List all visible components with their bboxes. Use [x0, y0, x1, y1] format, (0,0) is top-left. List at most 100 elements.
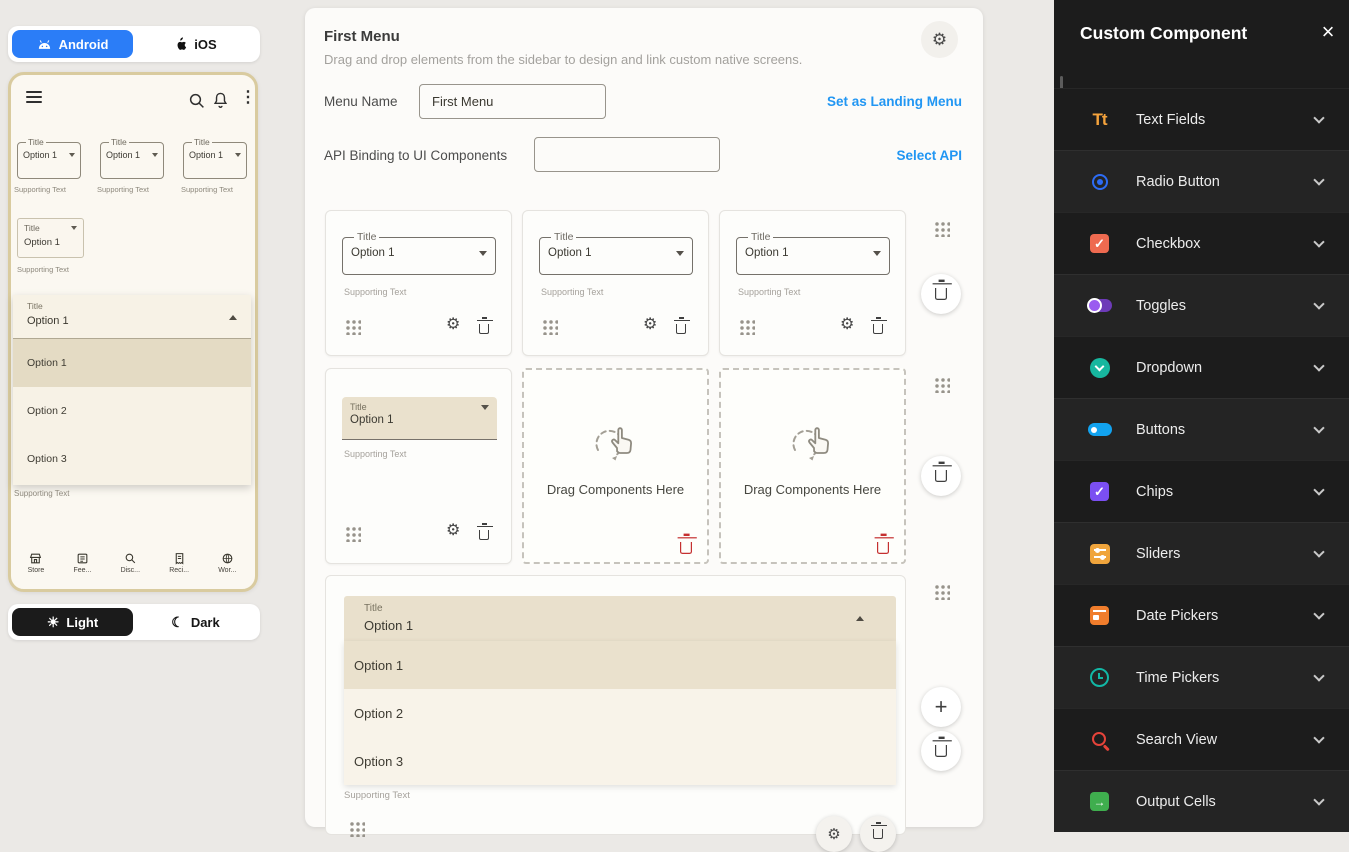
drag-handle-icon[interactable] [541, 318, 558, 335]
bottom-nav: Store Fee... Disc... Reci... [13, 541, 251, 585]
store-icon [29, 552, 42, 565]
trash-icon [676, 324, 686, 334]
dropdown-header[interactable]: Title Option 1 [13, 295, 251, 339]
close-button[interactable]: × [1316, 20, 1340, 44]
api-binding-input[interactable] [534, 137, 720, 172]
drag-handle-icon[interactable] [348, 820, 365, 837]
drag-hand-icon [582, 414, 646, 468]
trash-icon [873, 324, 883, 334]
nav-item-workouts[interactable]: Wor... [218, 552, 236, 574]
dropdown-option[interactable]: Option 2 [13, 387, 251, 435]
dropdown-header[interactable]: Title Option 1 [344, 596, 896, 641]
component-item-buttons[interactable]: Buttons [1054, 398, 1349, 460]
component-item-radio-button[interactable]: Radio Button [1054, 150, 1349, 212]
row-drag-handle-icon[interactable] [933, 583, 950, 600]
drop-zone[interactable]: Drag Components Here [522, 368, 709, 564]
select-label: Title [354, 231, 379, 243]
menu-name-input[interactable] [419, 84, 606, 119]
supporting-text: Supporting Text [344, 449, 406, 459]
delete-button[interactable] [676, 321, 686, 339]
sliders-icon [1086, 540, 1113, 567]
button-icon [1086, 416, 1113, 443]
component-item-time-pickers[interactable]: Time Pickers [1054, 646, 1349, 708]
nav-label: Reci... [169, 567, 189, 574]
nav-item-recipes[interactable]: Reci... [169, 552, 189, 574]
dropdown-option[interactable]: Option 3 [344, 737, 896, 785]
trash-icon [877, 542, 889, 554]
component-item-text-fields[interactable]: Tt Text Fields [1054, 88, 1349, 150]
dropdown-option[interactable]: Option 1 [13, 339, 251, 387]
android-button[interactable]: Android [12, 30, 133, 58]
chips-icon: ✓ [1086, 478, 1113, 505]
component-card-expanded-dropdown: Title Option 1 Option 1 Option 2 Option … [325, 575, 906, 835]
dropdown-field[interactable]: Title Option 1 [539, 231, 693, 275]
row-drag-handle-icon[interactable] [933, 376, 950, 393]
component-item-date-pickers[interactable]: Date Pickers [1054, 584, 1349, 646]
preview-select[interactable]: Title Option 1 [100, 137, 164, 179]
delete-button[interactable] [873, 321, 883, 339]
drag-handle-icon[interactable] [344, 318, 361, 335]
menu-settings-button[interactable]: ⚙ [921, 21, 958, 58]
dropdown-field[interactable]: Title Option 1 [736, 231, 890, 275]
theme-toggle: ☀ Light ☾ Dark [8, 604, 260, 640]
supporting-text: Supporting Text [344, 287, 406, 297]
row-delete-button[interactable] [921, 274, 961, 314]
select-label: Title [748, 231, 773, 243]
dropdown-option[interactable]: Option 3 [13, 435, 251, 483]
drop-zone[interactable]: Drag Components Here [719, 368, 906, 564]
component-item-search-view[interactable]: Search View [1054, 708, 1349, 770]
row-drag-handle-icon[interactable] [933, 220, 950, 237]
delete-drop-zone-button[interactable] [878, 540, 888, 558]
dropdown-field[interactable]: Title Option 1 [342, 231, 496, 275]
component-item-checkbox[interactable]: ✓ Checkbox [1054, 212, 1349, 274]
row-delete-button[interactable] [921, 456, 961, 496]
drag-handle-icon[interactable] [738, 318, 755, 335]
row-delete-button[interactable] [921, 731, 961, 771]
menu-icon[interactable] [26, 91, 42, 106]
delete-button[interactable] [479, 321, 489, 339]
radio-icon [1086, 168, 1113, 195]
light-theme-button[interactable]: ☀ Light [12, 608, 133, 636]
dropdown-field[interactable]: Title Option 1 [342, 397, 497, 440]
chevron-up-icon [856, 616, 864, 621]
component-item-output-cells[interactable]: → Output Cells [1054, 770, 1349, 832]
card-delete-button[interactable] [860, 816, 896, 852]
card-settings-button[interactable]: ⚙ [816, 816, 852, 852]
component-item-toggles[interactable]: Toggles [1054, 274, 1349, 336]
chevron-down-icon [1313, 794, 1324, 805]
trash-icon [479, 324, 489, 334]
delete-button[interactable] [479, 527, 489, 545]
preview-select[interactable]: Title Option 1 [17, 137, 81, 179]
date-picker-icon [1086, 602, 1113, 629]
panel-title: Custom Component [1080, 23, 1247, 44]
supporting-text: Supporting Text [541, 287, 603, 297]
preview-compact-select[interactable]: Title Option 1 [17, 218, 84, 258]
component-item-chips[interactable]: ✓ Chips [1054, 460, 1349, 522]
search-icon[interactable] [188, 92, 206, 110]
gear-icon[interactable]: ⚙ [643, 317, 657, 333]
select-api-link[interactable]: Select API [896, 148, 962, 163]
gear-icon[interactable]: ⚙ [446, 523, 460, 539]
add-row-button[interactable]: + [921, 687, 961, 727]
supporting-text: Supporting Text [97, 185, 149, 194]
component-item-dropdown[interactable]: Dropdown [1054, 336, 1349, 398]
kebab-menu-icon[interactable]: ⋮ [240, 90, 256, 106]
component-item-sliders[interactable]: Sliders [1054, 522, 1349, 584]
bell-icon[interactable] [212, 91, 229, 110]
drag-handle-icon[interactable] [344, 525, 361, 542]
ios-button[interactable]: iOS [135, 30, 256, 58]
nav-item-store[interactable]: Store [28, 552, 45, 574]
nav-item-discover[interactable]: Disc... [121, 552, 140, 574]
gear-icon[interactable]: ⚙ [446, 317, 460, 333]
nav-label: Wor... [218, 567, 236, 574]
gear-icon[interactable]: ⚙ [840, 317, 854, 333]
delete-drop-zone-button[interactable] [681, 540, 691, 558]
dropdown-option[interactable]: Option 2 [344, 689, 896, 737]
feed-icon [76, 552, 89, 565]
set-landing-menu-link[interactable]: Set as Landing Menu [827, 94, 962, 109]
preview-select[interactable]: Title Option 1 [183, 137, 247, 179]
nav-item-feed[interactable]: Fee... [73, 552, 91, 574]
dark-theme-button[interactable]: ☾ Dark [135, 608, 256, 636]
dropdown-option[interactable]: Option 1 [344, 641, 896, 689]
platform-toggle: Android iOS [8, 26, 260, 62]
